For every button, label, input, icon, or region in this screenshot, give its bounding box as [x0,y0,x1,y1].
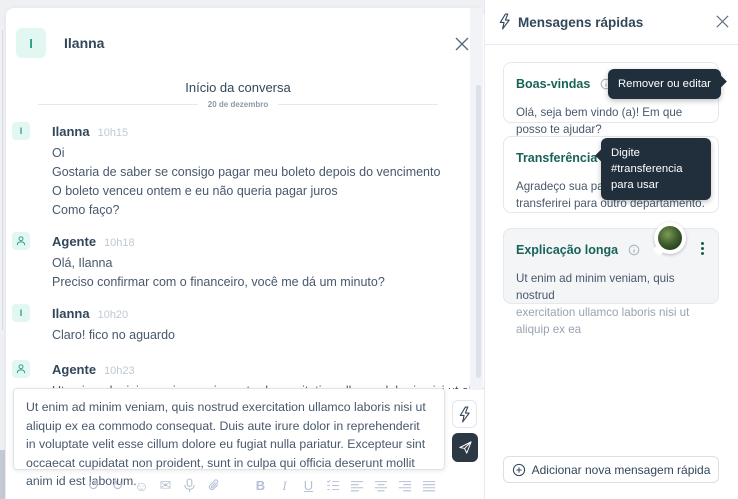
chat-panel: I Ilanna Início da conversa 20 de dezemb… [6,8,484,499]
message-lines: Claro! fico no aguardo [52,326,175,345]
quick-messages-panel: Mensagens rápidas Boas-vindas Olá, seja … [484,0,738,499]
avatar: I [12,304,30,322]
avatar-initial: I [20,126,23,136]
card-title: Explicação longa [516,243,618,257]
card-body: Olá, seja bem vindo (a)! Em que posso te… [516,104,706,138]
lightning-icon [498,13,511,35]
message-time: 10h18 [104,237,135,249]
avatar: I [12,122,30,140]
message-input[interactable]: Ut enim ad minim veniam, quis nostrud ex… [13,388,445,470]
undo-icon[interactable]: ↺ [85,477,102,494]
card-body-line: Ut enim ad minim veniam, quis nostrud [516,270,706,304]
card-body: Ut enim ad minim veniam, quis nostrud ex… [516,270,706,338]
close-icon[interactable] [715,14,731,30]
avatar-photo [658,226,682,250]
microphone-icon[interactable] [181,477,198,494]
message-line: Como faço? [52,201,440,220]
composer-toolbar: ↺ ↻ ☺ ✉ B I U [85,477,437,494]
conversation-start-label: Início da conversa [6,80,470,95]
message-time: 10h20 [98,309,129,321]
tooltip-arrow [714,75,727,88]
quick-messages-header: Mensagens rápidas [485,0,738,45]
message-lines: Oi Gostaria de saber se consigo pagar me… [52,144,440,220]
info-icon[interactable] [628,243,640,261]
italic-icon[interactable]: I [276,477,293,494]
send-button[interactable] [452,433,478,462]
underline-icon[interactable]: U [300,477,317,494]
message-header: Agente 10h18 [52,233,135,251]
message-header: Ilanna 10h15 [52,123,128,141]
lightning-icon [458,406,471,423]
card-body-line-faded: exercitation ullamco laboris nisi ut ali… [516,304,706,338]
background-panel-edge [2,30,3,330]
align-left-icon[interactable] [348,477,365,494]
add-button-label: Adicionar nova mensagem rápida [532,463,711,477]
message-time: 10h15 [98,127,129,139]
message-lines: Olá, Ilanna Preciso confirmar com o fina… [52,254,385,292]
person-icon [12,360,30,378]
redo-icon[interactable]: ↻ [109,477,126,494]
attachment-icon[interactable] [205,477,222,494]
tooltip-transfer-hint: Digite #transferencia para usar [601,138,711,200]
person-icon [12,232,30,250]
avatar: I [16,28,46,58]
message-header: Agente 10h23 [52,361,135,379]
add-quick-message-button[interactable]: Adicionar nova mensagem rápida [503,456,719,483]
message-line: Oi [52,144,440,163]
card-title: Transferência [516,151,597,165]
align-center-icon[interactable] [372,477,389,494]
message-author: Ilanna [52,124,90,139]
message-line: O boleto venceu ontem e eu não queria pa… [52,182,440,201]
align-right-icon[interactable] [396,477,413,494]
avatar-initial: I [29,36,33,51]
emoji-icon[interactable]: ☺ [133,477,150,494]
bold-icon[interactable]: B [252,477,269,494]
message-line: Preciso confirmar com o financeiro, você… [52,273,385,292]
message-time: 10h23 [104,365,135,377]
plus-circle-icon [512,463,526,477]
contact-name: Ilanna [64,35,104,51]
list-icon[interactable] [324,477,341,494]
user-avatar-bubble [654,222,686,254]
email-icon[interactable]: ✉ [157,477,174,494]
message-line: Claro! fico no aguardo [52,326,175,345]
message-header: Ilanna 10h20 [52,305,128,323]
paper-plane-icon [458,440,473,455]
tooltip-remove-or-edit: Remover ou editar [608,69,721,99]
align-justify-icon[interactable] [420,477,437,494]
avatar-initial: I [20,308,23,318]
divider-line [38,104,198,105]
chat-header: I Ilanna [6,8,484,72]
kebab-menu-icon[interactable] [695,240,709,256]
quick-message-card-explicacao-longa[interactable]: Explicação longa Ut enim ad minim veniam… [503,228,719,304]
message-author: Agente [52,234,96,249]
date-divider: 20 de dezembro [38,100,438,109]
divider-line [278,104,438,105]
message-author: Ilanna [52,306,90,321]
message-line: Olá, Ilanna [52,254,385,273]
background-panel-corner [0,450,5,499]
message-author: Agente [52,362,96,377]
date-label: 20 de dezembro [198,100,278,109]
panel-title: Mensagens rápidas [518,15,643,30]
quick-messages-button[interactable] [452,400,477,428]
card-title: Boas-vindas [516,77,590,91]
message-line: Gostaria de saber se consigo pagar meu b… [52,163,440,182]
page: I Ilanna Início da conversa 20 de dezemb… [0,0,738,499]
scrollbar-thumb[interactable] [476,85,481,378]
